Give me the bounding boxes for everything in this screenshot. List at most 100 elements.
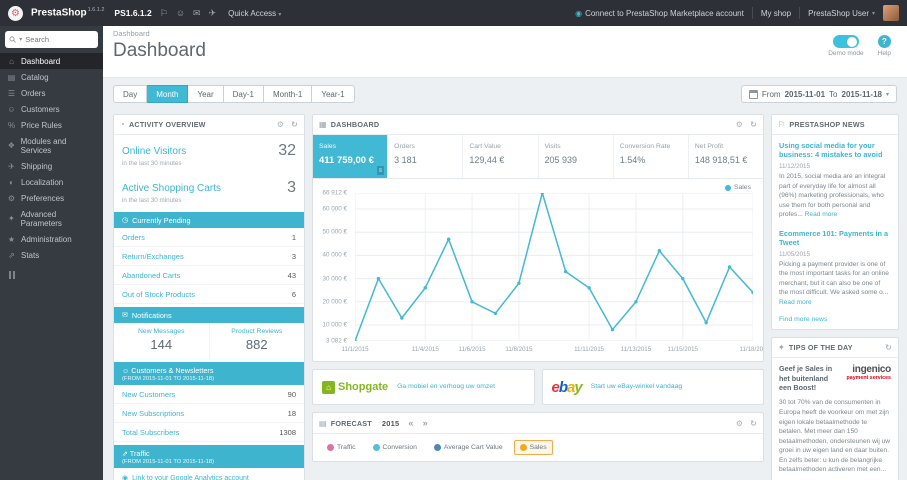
forecast-icon: ▤	[319, 418, 327, 428]
shop-name[interactable]: PS1.6.1.2	[114, 8, 151, 18]
pending-orders-row[interactable]: Orders 1	[114, 228, 304, 247]
search-input[interactable]	[25, 35, 94, 44]
user-avatar[interactable]	[883, 5, 899, 21]
sidebar-item-preferences[interactable]: ⚙ Preferences	[0, 190, 103, 206]
range-year-button[interactable]: Year	[188, 85, 224, 103]
new-messages-cell[interactable]: New Messages 144	[114, 323, 210, 359]
demo-mode-toggle[interactable]	[832, 35, 859, 48]
news-article-title[interactable]: Using social media for your business: 4 …	[779, 141, 891, 160]
refresh-icon[interactable]: ↻	[750, 120, 757, 129]
topbar: ⚙ PrestaShop1.6.1.2 PS1.6.1.2 ⚐ ☺ ✉ ✈ Qu…	[0, 0, 907, 26]
stat-net-profit[interactable]: Net Profit 148 918,51 €	[689, 135, 763, 178]
sidebar-item-shipping[interactable]: ✈ Shipping	[0, 158, 103, 174]
forecast-next-button[interactable]: »	[423, 418, 428, 428]
tools-icon: ✦	[7, 214, 15, 223]
stat-conversion-rate[interactable]: Conversion Rate 1.54%	[614, 135, 689, 178]
stat-cart-value[interactable]: Cart Value 129,44 €	[463, 135, 539, 178]
product-reviews-cell[interactable]: Product Reviews 882	[210, 323, 305, 359]
ebay-logo: ebay	[551, 378, 583, 396]
online-visitors-metric: Online Visitors 32	[114, 135, 304, 160]
active-carts-metric: Active Shopping Carts 3	[114, 172, 304, 197]
ebay-link[interactable]: Start uw eBay-winkel vandaag	[591, 383, 682, 391]
forecast-legend-average-cart-value[interactable]: Average Cart Value	[428, 440, 509, 455]
range-day-1-button[interactable]: Day-1	[223, 85, 264, 103]
date-range-button[interactable]: From 2015-11-01 To 2015-11-18 ▾	[740, 85, 897, 103]
breadcrumb[interactable]: Dashboard	[113, 29, 897, 38]
sidebar-item-modules[interactable]: ❖ Modules and Services	[0, 133, 103, 158]
sidebar: ▾ ⌂Dashboard ▤Catalog ☰Orders ☺Customers…	[0, 26, 103, 480]
details-icon[interactable]: ≡	[376, 166, 385, 175]
sidebar-collapse-button[interactable]	[0, 263, 103, 287]
gear-icon[interactable]: ⚙	[736, 419, 743, 428]
stats-icon: ⇗	[8, 250, 15, 260]
active-carts-link[interactable]: Active Shopping Carts	[122, 183, 221, 194]
sidebar-item-advanced-parameters[interactable]: ✦ Advanced Parameters	[0, 206, 103, 231]
news-article: Ecommerce 101: Payments in a Tweet 11/05…	[779, 229, 891, 308]
range-day-button[interactable]: Day	[113, 85, 148, 103]
news-article-title[interactable]: Ecommerce 101: Payments in a Tweet	[779, 229, 891, 248]
my-shop-link[interactable]: My shop	[761, 9, 791, 18]
new-subscriptions-row[interactable]: New Subscriptions 18	[114, 404, 304, 423]
customers-notification-icon[interactable]: ☺	[176, 8, 185, 18]
forecast-legend-conversion[interactable]: Conversion	[367, 440, 423, 455]
sidebar-item-customers[interactable]: ☺ Customers	[0, 101, 103, 117]
shopgate-logo: ⌂ Shopgate	[322, 380, 388, 394]
forecast-legend-sales[interactable]: Sales	[513, 440, 553, 455]
stat-orders[interactable]: Orders 3 181	[388, 135, 464, 178]
active-carts-value: 3	[287, 179, 296, 196]
read-more-link[interactable]: Read more	[805, 211, 838, 218]
shopgate-link[interactable]: Ga mobiel en verhoog uw omzet	[397, 383, 495, 391]
person-icon: ☺	[7, 104, 16, 114]
chevron-down-icon: ▾	[278, 11, 282, 18]
grid-icon: ▦	[319, 120, 327, 129]
out-of-stock-row[interactable]: Out of Stock Products 6	[114, 285, 304, 304]
forecast-legend-traffic[interactable]: Traffic	[321, 440, 362, 455]
sidebar-item-catalog[interactable]: ▤ Catalog	[0, 69, 103, 85]
range-month-1-button[interactable]: Month-1	[263, 85, 313, 103]
ebay-ad[interactable]: ebay Start uw eBay-winkel vandaag	[541, 369, 764, 405]
marketplace-link[interactable]: ◉ Connect to PrestaShop Marketplace accou…	[575, 9, 744, 18]
chart-y-axis: 66 912 €60 000 €50 000 €40 000 €30 000 €…	[322, 189, 347, 345]
dashboard-panel: ▦ DASHBOARD ⚙ ↻ Sales 411 759,00 € ≡ Ord…	[312, 114, 764, 362]
globe-icon: ◐	[9, 177, 14, 187]
online-visitors-link[interactable]: Online Visitors	[122, 146, 186, 157]
sidebar-search[interactable]: ▾	[5, 31, 98, 48]
sidebar-item-dashboard[interactable]: ⌂ Dashboard	[0, 53, 103, 69]
pending-returns-row[interactable]: Return/Exchanges 3	[114, 247, 304, 266]
prestashop-logo-icon[interactable]: ⚙	[8, 5, 23, 21]
refresh-icon[interactable]: ↻	[885, 343, 892, 352]
find-more-news-link[interactable]: Find more news	[779, 316, 891, 323]
read-more-link[interactable]: Read more	[779, 299, 812, 306]
brand-name: PrestaShop1.6.1.2	[31, 7, 105, 19]
help-icon[interactable]: ?	[877, 35, 891, 48]
refresh-icon[interactable]: ↻	[750, 419, 757, 428]
total-subscribers-row[interactable]: Total Subscribers 1308	[114, 423, 304, 442]
range-month-button[interactable]: Month	[147, 85, 189, 103]
range-year-1-button[interactable]: Year-1	[312, 85, 355, 103]
stat-sales[interactable]: Sales 411 759,00 € ≡	[313, 135, 389, 178]
sidebar-item-localization[interactable]: ◐ Localization	[0, 174, 103, 190]
shopgate-ad[interactable]: ⌂ Shopgate Ga mobiel en verhoog uw omzet	[312, 369, 535, 405]
forecast-prev-button[interactable]: «	[408, 418, 413, 428]
sidebar-item-price-rules[interactable]: % Price Rules	[0, 117, 103, 133]
online-visitors-value: 32	[278, 142, 296, 159]
refresh-icon[interactable]: ↻	[291, 120, 298, 129]
orders-notification-icon[interactable]: ⚐	[160, 8, 168, 19]
gear-icon[interactable]: ⚙	[736, 120, 743, 129]
search-type-caret-icon[interactable]: ▾	[19, 36, 22, 43]
sidebar-item-administration[interactable]: ★ Administration	[0, 231, 103, 247]
home-icon: ⌂	[9, 56, 14, 66]
stat-visits[interactable]: Visits 205 939	[539, 135, 614, 178]
launch-icon[interactable]: ✈	[209, 8, 217, 19]
folder-icon: ▤	[7, 72, 16, 82]
puzzle-icon: ❖	[7, 141, 15, 150]
google-analytics-link[interactable]: Link to your Google Analytics account	[132, 475, 249, 480]
new-customers-row[interactable]: New Customers 90	[114, 385, 304, 404]
gear-icon[interactable]: ⚙	[277, 120, 284, 129]
sidebar-item-stats[interactable]: ⇗ Stats	[0, 247, 103, 263]
quick-access-menu[interactable]: Quick Access ▾	[228, 9, 281, 18]
sidebar-item-orders[interactable]: ☰ Orders	[0, 85, 103, 101]
abandoned-carts-row[interactable]: Abandoned Carts 43	[114, 266, 304, 285]
messages-notification-icon[interactable]: ✉	[193, 8, 201, 19]
user-menu[interactable]: PrestaShop User ▾	[808, 9, 875, 18]
